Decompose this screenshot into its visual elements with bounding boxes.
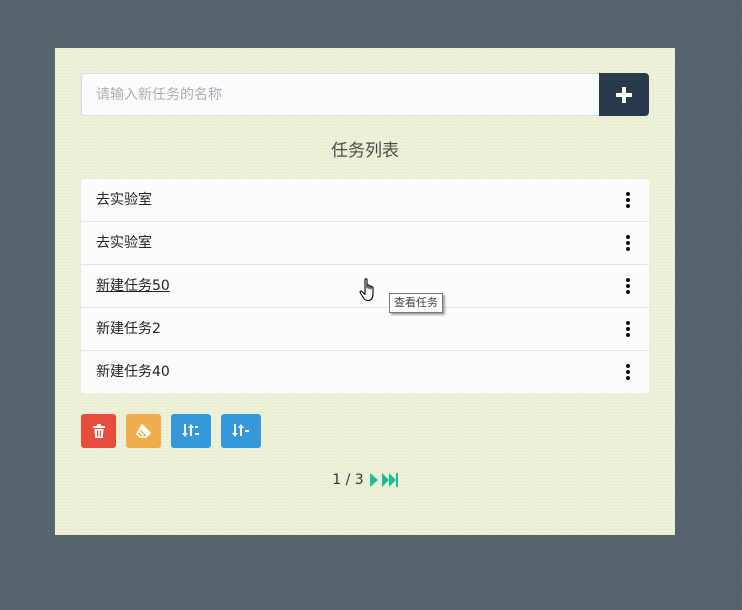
add-task-button[interactable] bbox=[599, 73, 649, 116]
more-vertical-icon[interactable] bbox=[625, 235, 631, 251]
task-name[interactable]: 去实验室 bbox=[96, 222, 152, 264]
eraser-icon bbox=[135, 424, 151, 438]
pagination: 1 / 3 bbox=[55, 471, 675, 489]
more-vertical-icon[interactable] bbox=[625, 278, 631, 294]
view-task-tooltip: 查看任务 bbox=[389, 293, 443, 313]
more-vertical-icon[interactable] bbox=[625, 192, 631, 208]
sort-descending-button[interactable] bbox=[171, 414, 211, 448]
sort-asc-icon bbox=[232, 424, 249, 437]
delete-button[interactable] bbox=[81, 414, 116, 448]
plus-icon bbox=[616, 86, 632, 103]
next-page-button[interactable] bbox=[369, 473, 379, 487]
add-task-row bbox=[81, 73, 649, 116]
task-list-title: 任务列表 bbox=[331, 141, 399, 161]
sort-desc-icon bbox=[182, 424, 199, 437]
trash-icon bbox=[92, 424, 105, 438]
task-item[interactable]: 新建任务2 bbox=[81, 308, 649, 351]
fast-forward-icon bbox=[381, 473, 398, 487]
task-name[interactable]: 去实验室 bbox=[96, 179, 152, 221]
task-name[interactable]: 新建任务2 bbox=[96, 308, 161, 350]
more-vertical-icon[interactable] bbox=[625, 364, 631, 380]
clear-button[interactable] bbox=[126, 414, 161, 448]
task-item[interactable]: 去实验室 bbox=[81, 179, 649, 222]
task-item[interactable]: 去实验室 bbox=[81, 222, 649, 265]
last-page-button[interactable] bbox=[381, 473, 398, 487]
more-vertical-icon[interactable] bbox=[625, 321, 631, 337]
page-indicator: 1 / 3 bbox=[332, 472, 364, 488]
task-name[interactable]: 新建任务40 bbox=[96, 351, 170, 393]
task-toolbar bbox=[81, 414, 261, 448]
hand-pointer-cursor-icon bbox=[359, 278, 374, 302]
sort-ascending-button[interactable] bbox=[221, 414, 261, 448]
new-task-input[interactable] bbox=[81, 73, 599, 116]
caret-right-icon bbox=[369, 473, 378, 487]
task-item[interactable]: 新建任务40 bbox=[81, 351, 649, 393]
task-name[interactable]: 新建任务50 bbox=[96, 265, 170, 307]
